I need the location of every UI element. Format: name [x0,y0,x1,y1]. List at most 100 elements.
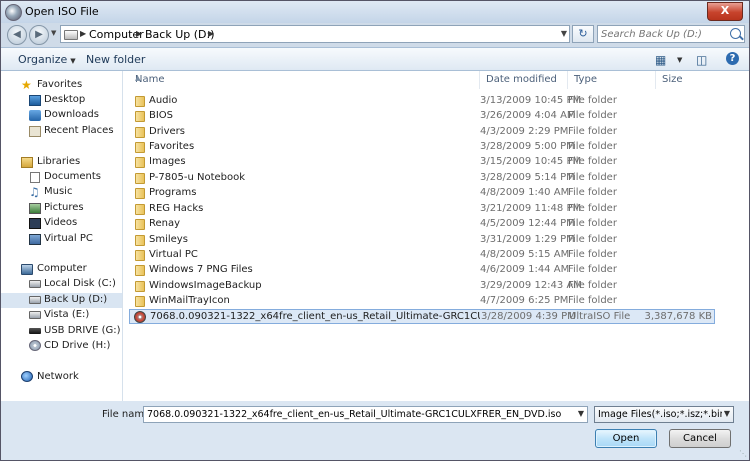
file-row-winmailtrayicon[interactable]: WinMailTrayIcon 4/7/2009 6:25 PM File fo… [129,294,715,309]
nav-pictures[interactable]: Pictures [1,201,122,216]
breadcrumb-back-up-d[interactable]: Back Up (D:) [145,28,215,41]
file-name-combo[interactable]: ▼ [143,406,588,423]
file-row-images[interactable]: Images 3/15/2009 10:45 PM File folder [129,155,715,170]
network-icon [21,371,33,382]
views-icon[interactable]: ▦ [655,53,666,67]
recent-places-icon [29,126,41,137]
chevron-down-icon[interactable]: ▼ [724,409,730,418]
nav-libraries-label: Libraries [37,156,81,167]
file-type: File folder [568,172,617,183]
folder-icon [135,281,145,292]
nav-cd-drive-h[interactable]: CD Drive (H:) [1,339,122,354]
nav-videos-label: Videos [44,217,78,228]
file-row-programs[interactable]: Programs 4/8/2009 1:40 AM File folder [129,186,715,201]
file-name: BIOS [149,110,174,121]
file-row-p-7805-u-notebook[interactable]: P-7805-u Notebook 3/28/2009 5:14 PM File… [129,171,715,186]
column-header-type[interactable]: Type [568,71,656,89]
nav-local-disk-c[interactable]: Local Disk (C:) [1,277,122,292]
nav-favorites-label: Favorites [37,79,83,90]
back-button[interactable]: ◀ [7,25,27,45]
recent-pages-dropdown[interactable]: ▼ [51,29,56,37]
help-icon[interactable]: ? [726,52,739,65]
documents-icon [30,172,40,183]
virtual-pc-icon [29,234,41,245]
refresh-icon: ↻ [578,27,588,40]
refresh-button[interactable]: ↻ [572,25,594,43]
file-row-drivers[interactable]: Drivers 4/3/2009 2:29 PM File folder [129,125,715,140]
folder-icon [135,142,145,153]
nav-usb-drive-g-label: USB DRIVE (G:) [44,325,121,336]
nav-usb-drive-g[interactable]: USB DRIVE (G:) [1,324,122,339]
file-row-audio[interactable]: Audio 3/13/2009 10:45 PM File folder [129,94,715,109]
file-row-renay[interactable]: Renay 4/5/2009 12:44 PM File folder [129,217,715,232]
nav-favorites[interactable]: ★ Favorites [1,78,122,93]
nav-videos[interactable]: Videos [1,216,122,231]
navigation-pane[interactable]: ★ Favorites Desktop Downloads Recent Pla… [1,71,123,401]
open-button[interactable]: Open [595,429,657,448]
nav-documents-label: Documents [44,171,102,182]
nav-vista-e[interactable]: Vista (E:) [1,308,122,323]
preview-pane-icon[interactable]: ◫ [696,53,707,67]
file-type-filter[interactable]: Image Files(*.iso;*.isz;*.bin;*.cue ▼ [594,406,734,423]
file-row-windowsimagebackup[interactable]: WindowsImageBackup 3/29/2009 12:43 AM Fi… [129,279,715,294]
file-name: Programs [149,187,197,198]
open-iso-dialog: Open ISO File X ◀ ▶ ▼ ▶ Computer ▶ Back … [0,0,750,461]
nav-downloads-label: Downloads [44,109,99,120]
file-date: 4/8/2009 5:15 AM [480,249,570,260]
cancel-button[interactable]: Cancel [669,429,731,448]
close-button[interactable]: X [707,2,743,21]
file-name: Windows 7 PNG Files [149,264,253,275]
column-header-date-modified[interactable]: Date modified [480,71,568,89]
file-type: File folder [568,141,617,152]
hard-drive-icon [29,280,41,288]
file-name: WinMailTrayIcon [149,295,230,306]
nav-desktop[interactable]: Desktop [1,93,122,108]
file-date: 3/28/2009 4:39 PM [481,311,576,322]
computer-icon [21,264,33,275]
chevron-right-icon[interactable]: ▶ [80,29,86,38]
chevron-right-icon[interactable]: ▶ [136,29,142,38]
file-row-iso-selected[interactable]: 7068.0.090321-1322_x64fre_client_en-us_R… [129,309,715,324]
address-bar[interactable]: ▶ Computer ▶ Back Up (D:) ▶ ▼ [60,25,570,43]
file-type: File folder [568,295,617,306]
nav-computer[interactable]: Computer [1,262,122,277]
libraries-icon [21,157,33,168]
chevron-down-icon: ▼ [70,57,76,65]
file-type: File folder [568,218,617,229]
title-bar[interactable]: Open ISO File X [1,1,749,23]
nav-libraries[interactable]: Libraries [1,155,122,170]
forward-button[interactable]: ▶ [29,25,49,45]
file-row-virtual-pc[interactable]: Virtual PC 4/8/2009 5:15 AM File folder [129,248,715,263]
downloads-icon [29,110,41,121]
file-row-favorites[interactable]: Favorites 3/28/2009 5:00 PM File folder [129,140,715,155]
address-dropdown-icon[interactable]: ▼ [561,29,567,38]
file-name: Images [149,156,186,167]
nav-downloads[interactable]: Downloads [1,108,122,123]
command-bar: Organize ▼ New folder ▦ ▼ ◫ ? [1,47,749,71]
chevron-down-icon[interactable]: ▼ [578,409,584,418]
resize-grip-icon[interactable]: ⋱ [739,449,747,458]
column-header-size[interactable]: Size [656,71,715,89]
file-name-input[interactable] [147,408,571,421]
views-dropdown-icon[interactable]: ▼ [677,56,682,64]
nav-recent-places[interactable]: Recent Places [1,124,122,139]
nav-network[interactable]: Network [1,370,122,385]
file-type: File folder [568,234,617,245]
organize-button[interactable]: Organize ▼ [18,53,76,66]
search-icon[interactable] [730,28,741,39]
search-box[interactable] [597,25,745,43]
column-header-name[interactable]: Name ▲ [129,71,480,89]
new-folder-button[interactable]: New folder [86,53,145,66]
nav-back-up-d[interactable]: Back Up (D:) [1,293,122,308]
file-list[interactable]: Name ▲ Date modified Type Size Audio 3/1… [123,71,749,401]
nav-virtual-pc[interactable]: Virtual PC [1,232,122,247]
file-row-windows-7-png-files[interactable]: Windows 7 PNG Files 4/6/2009 1:44 AM Fil… [129,263,715,278]
nav-music[interactable]: ♫ Music [1,185,122,200]
search-input[interactable] [601,27,726,41]
chevron-right-icon[interactable]: ▶ [208,29,214,38]
nav-documents[interactable]: Documents [1,170,122,185]
file-row-smileys[interactable]: Smileys 3/31/2009 1:29 PM File folder [129,233,715,248]
file-row-bios[interactable]: BIOS 3/26/2009 4:04 AM File folder [129,109,715,124]
column-type-label: Type [574,74,597,85]
file-row-reg-hacks[interactable]: REG Hacks 3/21/2009 11:48 PM File folder [129,202,715,217]
